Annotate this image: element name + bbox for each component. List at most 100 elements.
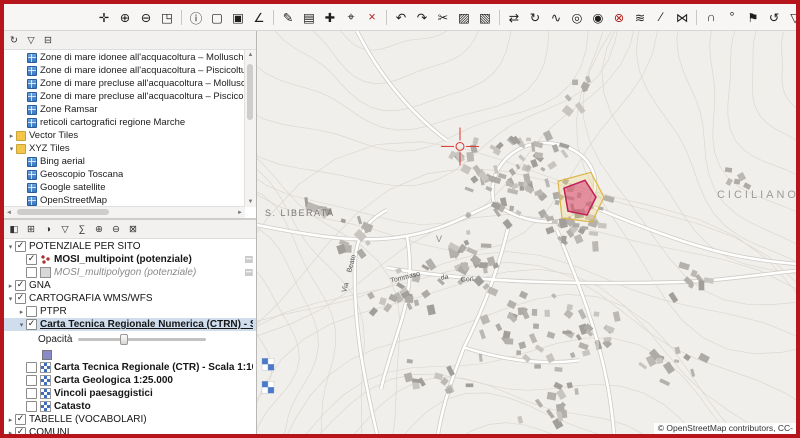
- toggle-editing-icon[interactable]: ✎: [278, 7, 298, 27]
- layer-checkbox[interactable]: [26, 306, 37, 317]
- fill-ring-icon[interactable]: ⊗: [609, 7, 629, 27]
- zoom-out-icon[interactable]: ⊖: [136, 7, 156, 27]
- expander-icon[interactable]: ▸: [6, 416, 15, 424]
- layer-item[interactable]: ▸COMUNI: [4, 426, 256, 434]
- layer-checkbox[interactable]: [26, 319, 37, 330]
- horizontal-scroll-thumb[interactable]: [17, 209, 109, 215]
- layer-item[interactable]: ▸TABELLE (VOCABOLARI): [4, 413, 256, 426]
- layer-checkbox[interactable]: [15, 241, 26, 252]
- snapping-options-icon[interactable]: ∩: [701, 7, 721, 27]
- browser-horizontal-scrollbar[interactable]: ◄ ►: [4, 206, 245, 218]
- zoom-in-icon[interactable]: ⊕: [115, 7, 135, 27]
- layer-checkbox[interactable]: [15, 414, 26, 425]
- layer-checkbox[interactable]: [26, 401, 37, 412]
- layer-item[interactable]: Catasto: [4, 400, 256, 413]
- paste-features-icon[interactable]: ▧: [475, 7, 495, 27]
- add-part-icon[interactable]: ◉: [588, 7, 608, 27]
- pan-map-icon[interactable]: ✛: [94, 7, 114, 27]
- delete-selected-icon[interactable]: ×: [362, 7, 382, 27]
- add-ring-icon[interactable]: ◎: [567, 7, 587, 27]
- browser-item[interactable]: Geoscopio Toscana: [4, 168, 245, 181]
- rotate-feature-icon[interactable]: ↻: [525, 7, 545, 27]
- move-feature-icon[interactable]: ⇄: [504, 7, 524, 27]
- browser-item[interactable]: ▾XYZ Tiles: [4, 142, 245, 155]
- refresh-browser-icon[interactable]: ↻: [6, 33, 22, 48]
- browser-item[interactable]: Bing aerial: [4, 155, 245, 168]
- layer-checkbox[interactable]: [15, 293, 26, 304]
- manage-map-themes-icon[interactable]: ◑: [40, 222, 56, 237]
- layer-item[interactable]: ▸GNA: [4, 279, 256, 292]
- open-layer-styling-icon[interactable]: ◧: [6, 222, 22, 237]
- scroll-left-icon[interactable]: ◄: [4, 207, 14, 218]
- expander-icon[interactable]: ▾: [6, 243, 15, 251]
- map-tips-icon[interactable]: ▽: [785, 7, 796, 27]
- vertical-scroll-thumb[interactable]: [247, 64, 253, 120]
- split-features-icon[interactable]: ∕: [651, 7, 671, 27]
- layer-checkbox[interactable]: [26, 375, 37, 386]
- browser-item[interactable]: reticoli cartografici regione Marche: [4, 116, 245, 129]
- layer-checkbox[interactable]: [15, 280, 26, 291]
- save-edits-icon[interactable]: ▤: [299, 7, 319, 27]
- layer-item[interactable]: Vincoli paesaggistici: [4, 387, 256, 400]
- scroll-up-icon[interactable]: ▲: [245, 50, 256, 60]
- map-canvas[interactable]: S. LIBERATACICILIANOVViaBeatoTommasodaCo…: [257, 31, 796, 434]
- expander-icon[interactable]: ▸: [6, 429, 15, 435]
- browser-item[interactable]: Zone di mare idonee all'acquacoltura – P…: [4, 64, 245, 77]
- offset-curve-icon[interactable]: ≋: [630, 7, 650, 27]
- filter-by-expression-icon[interactable]: ∑: [74, 222, 90, 237]
- layer-item[interactable]: ▾Carta Tecnica Regionale Numerica (CTRN)…: [4, 318, 256, 331]
- layer-checkbox[interactable]: [15, 427, 26, 434]
- redo-icon[interactable]: ↷: [412, 7, 432, 27]
- measure-line-icon[interactable]: ∠: [249, 7, 269, 27]
- measure-angle-icon[interactable]: °: [722, 7, 742, 27]
- zoom-full-icon[interactable]: ◳: [157, 7, 177, 27]
- expander-icon[interactable]: ▸: [7, 132, 16, 140]
- layer-checkbox[interactable]: [26, 254, 37, 265]
- opacity-slider-handle[interactable]: [120, 334, 128, 345]
- expander-icon[interactable]: ▸: [6, 282, 15, 290]
- identify-features-icon[interactable]: ⓘ: [186, 7, 206, 27]
- layer-checkbox[interactable]: [26, 267, 37, 278]
- layer-item[interactable]: ▸PTPR: [4, 305, 256, 318]
- undo-icon[interactable]: ↶: [391, 7, 411, 27]
- collapse-all-layers-icon[interactable]: ⊖: [108, 222, 124, 237]
- browser-item[interactable]: ▸Vector Tiles: [4, 129, 245, 142]
- expand-all-icon[interactable]: ⊕: [91, 222, 107, 237]
- scroll-right-icon[interactable]: ►: [235, 207, 245, 218]
- new-bookmark-icon[interactable]: ⚑: [743, 7, 763, 27]
- expander-icon[interactable]: ▾: [17, 321, 26, 329]
- browser-item[interactable]: Google satellite: [4, 181, 245, 194]
- refresh-map-icon[interactable]: ↺: [764, 7, 784, 27]
- filter-legend-icon[interactable]: ▽: [57, 222, 73, 237]
- opacity-slider[interactable]: [78, 333, 206, 346]
- select-features-icon[interactable]: ▢: [207, 7, 227, 27]
- deselect-features-icon[interactable]: ▣: [228, 7, 248, 27]
- browser-vertical-scrollbar[interactable]: ▲ ▼: [244, 50, 256, 207]
- browser-item[interactable]: Zone di mare precluse all'acquacoltura –…: [4, 77, 245, 90]
- layer-checkbox[interactable]: [26, 362, 37, 373]
- scroll-down-icon[interactable]: ▼: [245, 197, 256, 207]
- expander-icon[interactable]: ▾: [7, 145, 16, 153]
- layer-item[interactable]: ▾CARTOGRAFIA WMS/WFS: [4, 292, 256, 305]
- merge-features-icon[interactable]: ⋈: [672, 7, 692, 27]
- layer-item[interactable]: ▾POTENZIALE PER SITO: [4, 240, 256, 253]
- layer-item[interactable]: Carta Geologica 1:25.000: [4, 374, 256, 387]
- remove-layer-icon[interactable]: ⊠: [125, 222, 141, 237]
- layer-item[interactable]: MOSI_multipoint (potenziale)▤: [4, 253, 256, 266]
- cut-features-icon[interactable]: ✂: [433, 7, 453, 27]
- copy-features-icon[interactable]: ▨: [454, 7, 474, 27]
- layer-item[interactable]: Carta Tecnica Regionale (CTR) - Scala 1:…: [4, 361, 256, 374]
- browser-item[interactable]: Zone Ramsar: [4, 103, 245, 116]
- add-polygon-feature-icon[interactable]: ✚: [320, 7, 340, 27]
- layer-item[interactable]: MOSI_multipolygon (potenziale)▤: [4, 266, 256, 279]
- browser-item[interactable]: Zone di mare precluse all'acquacoltura –…: [4, 90, 245, 103]
- browser-item[interactable]: Zone di mare idonee all'acquacoltura – M…: [4, 51, 245, 64]
- expander-icon[interactable]: ▾: [6, 295, 15, 303]
- vertex-tool-icon[interactable]: ⌖: [341, 7, 361, 27]
- layer-checkbox[interactable]: [26, 388, 37, 399]
- simplify-feature-icon[interactable]: ∿: [546, 7, 566, 27]
- filter-browser-icon[interactable]: ▽: [23, 33, 39, 48]
- collapse-all-icon[interactable]: ⊟: [40, 33, 56, 48]
- add-group-icon[interactable]: ⊞: [23, 222, 39, 237]
- expander-icon[interactable]: ▸: [17, 308, 26, 316]
